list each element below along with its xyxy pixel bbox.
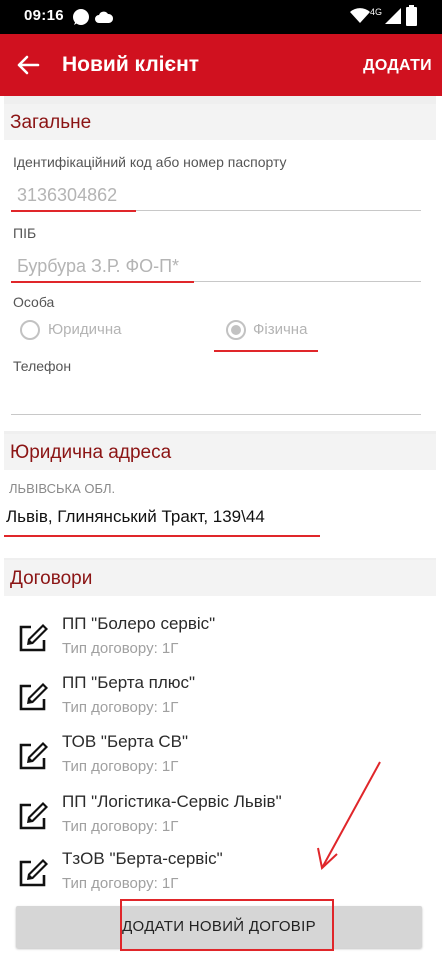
name-field[interactable]: Бурбура З.Р. ФО-П* xyxy=(17,256,179,277)
app-bar: Новий клієнт ДОДАТИ xyxy=(0,34,442,96)
back-arrow-icon[interactable] xyxy=(14,51,42,79)
contracts-section-title: Договори xyxy=(10,568,93,589)
contract-name: ТзОВ "Берта-сервіс" xyxy=(62,849,223,868)
individual-radio[interactable] xyxy=(226,320,246,340)
contract-type: Тип договору: 1Г xyxy=(62,699,179,716)
contracts-section-header: Договори xyxy=(4,560,436,596)
contract-name: ПП "Логістика-Сервіс Львів" xyxy=(62,792,282,811)
general-card: Ідентифікаційний код або номер паспорту … xyxy=(4,140,436,431)
legal-entity-label[interactable]: Юридична xyxy=(48,321,121,338)
id-label: Ідентифікаційний код або номер паспорту xyxy=(13,154,287,170)
annotation-arrow xyxy=(317,761,381,870)
status-bar: 09:16 4G xyxy=(0,0,442,34)
name-label: ПІБ xyxy=(13,225,37,241)
address-region: ЛЬВІВСЬКА ОБЛ. xyxy=(9,481,116,496)
address-card: ЛЬВІВСЬКА ОБЛ. Львів, Глинянський Тракт,… xyxy=(4,470,436,558)
contract-item[interactable]: ПП "Берта плюс" Тип договору: 1Г xyxy=(4,670,436,728)
edit-icon xyxy=(19,802,48,830)
network-type: 4G xyxy=(370,7,383,17)
form-content: Загальне Ідентифікаційний код або номер … xyxy=(4,96,436,958)
id-annotation-underline xyxy=(11,210,136,212)
radio-selected-dot xyxy=(231,325,241,335)
phone-field-underline xyxy=(11,414,421,415)
contract-name: ПП "Берта плюс" xyxy=(62,673,196,692)
person-type-label: Особа xyxy=(13,294,55,310)
id-field[interactable]: 3136304862 xyxy=(17,185,117,206)
edit-icon xyxy=(19,742,48,770)
whatsapp-icon xyxy=(73,9,89,25)
contract-name: ПП "Болеро сервіс" xyxy=(62,614,216,633)
name-annotation-underline xyxy=(11,281,194,283)
general-section-header: Загальне xyxy=(4,104,436,140)
phone-label: Телефон xyxy=(13,358,72,374)
contract-item[interactable]: ПП "Болеро сервіс" Тип договору: 1Г xyxy=(4,611,436,669)
address-section-header: Юридична адреса xyxy=(4,434,436,470)
general-section-title: Загальне xyxy=(10,112,92,133)
individual-annotation-underline xyxy=(214,350,318,352)
edit-icon xyxy=(19,859,48,887)
edit-icon xyxy=(19,624,48,652)
contract-type: Тип договору: 1Г xyxy=(62,875,179,892)
status-time: 09:16 xyxy=(24,7,64,24)
address-section-title: Юридична адреса xyxy=(10,442,172,463)
individual-label[interactable]: Фізична xyxy=(253,321,307,338)
wifi-icon xyxy=(350,8,370,23)
legal-entity-radio[interactable] xyxy=(20,320,40,340)
add-client-button[interactable]: ДОДАТИ xyxy=(363,57,432,75)
address-annotation-underline xyxy=(4,535,320,537)
cloud-icon xyxy=(95,11,114,23)
address-line: Львів, Глинянський Тракт, 139\44 xyxy=(6,507,265,526)
battery-icon xyxy=(406,5,417,26)
contract-type: Тип договору: 1Г xyxy=(62,758,179,775)
page-title: Новий клієнт xyxy=(62,53,200,76)
contract-name: ТОВ "Берта СВ" xyxy=(62,732,189,751)
signal-icon xyxy=(385,8,401,24)
edit-icon xyxy=(19,683,48,711)
contract-type: Тип договору: 1Г xyxy=(62,818,179,835)
contract-type: Тип договору: 1Г xyxy=(62,640,179,657)
button-annotation-box xyxy=(120,899,334,951)
